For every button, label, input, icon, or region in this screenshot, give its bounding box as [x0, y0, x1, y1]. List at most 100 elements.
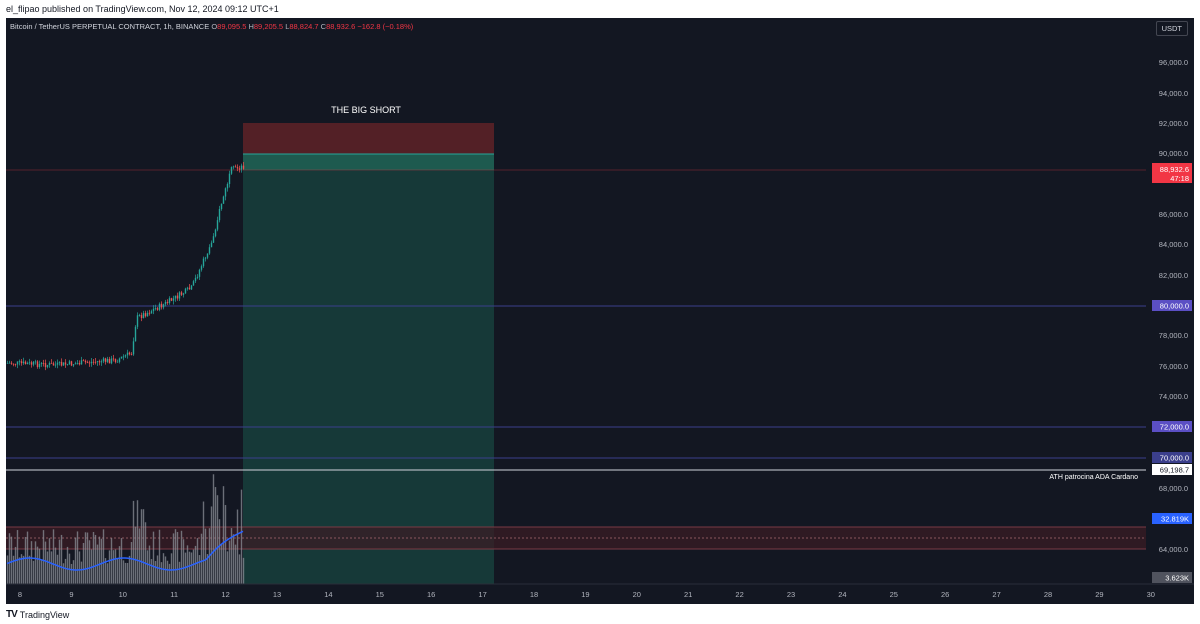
price-tick: 90,000.0	[1159, 149, 1188, 158]
candle-body	[8, 362, 11, 364]
candle-body	[192, 281, 195, 286]
candle-body	[140, 315, 143, 319]
position-label[interactable]: THE BIG SHORT	[331, 105, 401, 115]
candle-body	[166, 301, 169, 303]
time-axis[interactable]: 8 9 10 11 12 13 14 15 16 17 18 19 20 21 22 23 24 25 26 27 28…	[6, 583, 1194, 604]
candle-body	[238, 168, 241, 170]
volume-bar	[186, 545, 189, 584]
volume-bar	[122, 560, 125, 584]
candle-body	[116, 361, 119, 363]
volume-bar	[222, 486, 225, 584]
volume-bar	[100, 538, 103, 584]
volume-bar	[58, 539, 61, 584]
candle-body	[78, 362, 81, 365]
candle-body	[184, 288, 187, 294]
price-tick: 68,000.0	[1159, 484, 1188, 493]
volume-bar	[228, 540, 231, 584]
volume-bar	[78, 551, 81, 584]
candle-body	[160, 303, 163, 308]
volume-bar	[16, 530, 19, 584]
candle-body	[66, 364, 69, 365]
volume-bar	[46, 551, 49, 584]
volume-bar	[10, 536, 13, 584]
chart-pane[interactable]: THE BIG SHORT ATH patrocina ADA Cardano …	[6, 18, 1194, 604]
candle-body	[26, 362, 29, 365]
volume-bar	[200, 533, 203, 584]
volume-bar	[136, 500, 139, 584]
price-tick: 76,000.0	[1159, 362, 1188, 371]
time-tick: 12	[221, 590, 229, 599]
candle-body	[196, 276, 199, 278]
volume-bar	[132, 500, 135, 584]
short-take-profit-zone[interactable]	[243, 154, 494, 584]
volume-bar	[108, 550, 111, 584]
candle-body	[62, 362, 65, 366]
volume-bar	[52, 529, 55, 584]
time-tick: 13	[273, 590, 281, 599]
candle-body	[156, 308, 159, 310]
volume-bar	[124, 562, 127, 584]
change-value: −162.8 (−0.18%)	[357, 22, 414, 31]
currency-button[interactable]: USDT	[1155, 21, 1188, 36]
volume-bar	[232, 534, 235, 584]
candle-body	[236, 167, 239, 169]
volume-bar	[62, 563, 65, 584]
volume-bar	[94, 534, 97, 584]
price-axis[interactable]: 96,000.0 94,000.0 92,000.0 90,000.0 86,0…	[1146, 18, 1194, 584]
time-tick: 16	[427, 590, 435, 599]
volume-bar	[154, 560, 157, 584]
candle-body	[76, 362, 79, 364]
candle-body	[48, 363, 51, 365]
volume-bar	[28, 555, 31, 584]
volume-bar	[204, 528, 207, 584]
volume-bar	[106, 563, 109, 584]
volume-badge-text: 3.623K	[1165, 574, 1189, 583]
candle-body	[126, 352, 129, 356]
candle-body	[106, 358, 109, 362]
volume-bar	[72, 560, 75, 584]
candle-body	[202, 258, 205, 267]
close-value: 88,932.6	[326, 22, 356, 31]
candle-body	[150, 311, 153, 314]
symbol-legend[interactable]: Bitcoin / TetherUS PERPETUAL CONTRACT, 1…	[10, 22, 413, 31]
volume-bar	[198, 555, 201, 584]
time-tick: 17	[478, 590, 486, 599]
short-stop-loss-zone[interactable]	[243, 123, 494, 154]
volume-bar	[152, 531, 155, 584]
level-badge-70000-text: 70,000.0	[1160, 454, 1189, 463]
candle-body	[46, 364, 49, 368]
candle-body	[148, 312, 151, 314]
volume-bar	[170, 553, 173, 584]
tradingview-logo[interactable]: TV TradingView	[6, 609, 69, 620]
candle-body	[50, 363, 53, 364]
candles	[6, 162, 245, 371]
candle-body	[178, 292, 181, 299]
volume-bar	[12, 555, 15, 584]
volume-bar	[118, 546, 121, 584]
volume-bar	[216, 495, 219, 584]
candle-body	[60, 361, 63, 366]
volume-bar	[84, 532, 87, 584]
volume-bar	[156, 555, 159, 584]
volume-bar	[18, 557, 21, 584]
volume-bar	[146, 550, 149, 584]
time-tick: 29	[1095, 590, 1103, 599]
candle-body	[52, 363, 55, 366]
volume-bar	[34, 541, 37, 584]
volume-bar	[238, 554, 241, 584]
candle-body	[222, 196, 225, 204]
candle-body	[70, 361, 73, 366]
volume-bar	[180, 530, 183, 584]
candle-body	[72, 364, 75, 366]
volume-bar	[64, 558, 67, 584]
price-tick: 84,000.0	[1159, 240, 1188, 249]
volume-bar	[8, 533, 11, 584]
volume-bar	[236, 509, 239, 584]
ath-label[interactable]: ATH patrocina ADA Cardano	[1049, 474, 1138, 481]
candle-body	[56, 362, 59, 365]
candle-body	[42, 362, 45, 364]
volume-bar	[202, 501, 205, 584]
chart-canvas[interactable]: THE BIG SHORT ATH patrocina ADA Cardano …	[6, 18, 1194, 604]
volume-bar	[210, 506, 213, 584]
volume-bar	[242, 557, 245, 584]
